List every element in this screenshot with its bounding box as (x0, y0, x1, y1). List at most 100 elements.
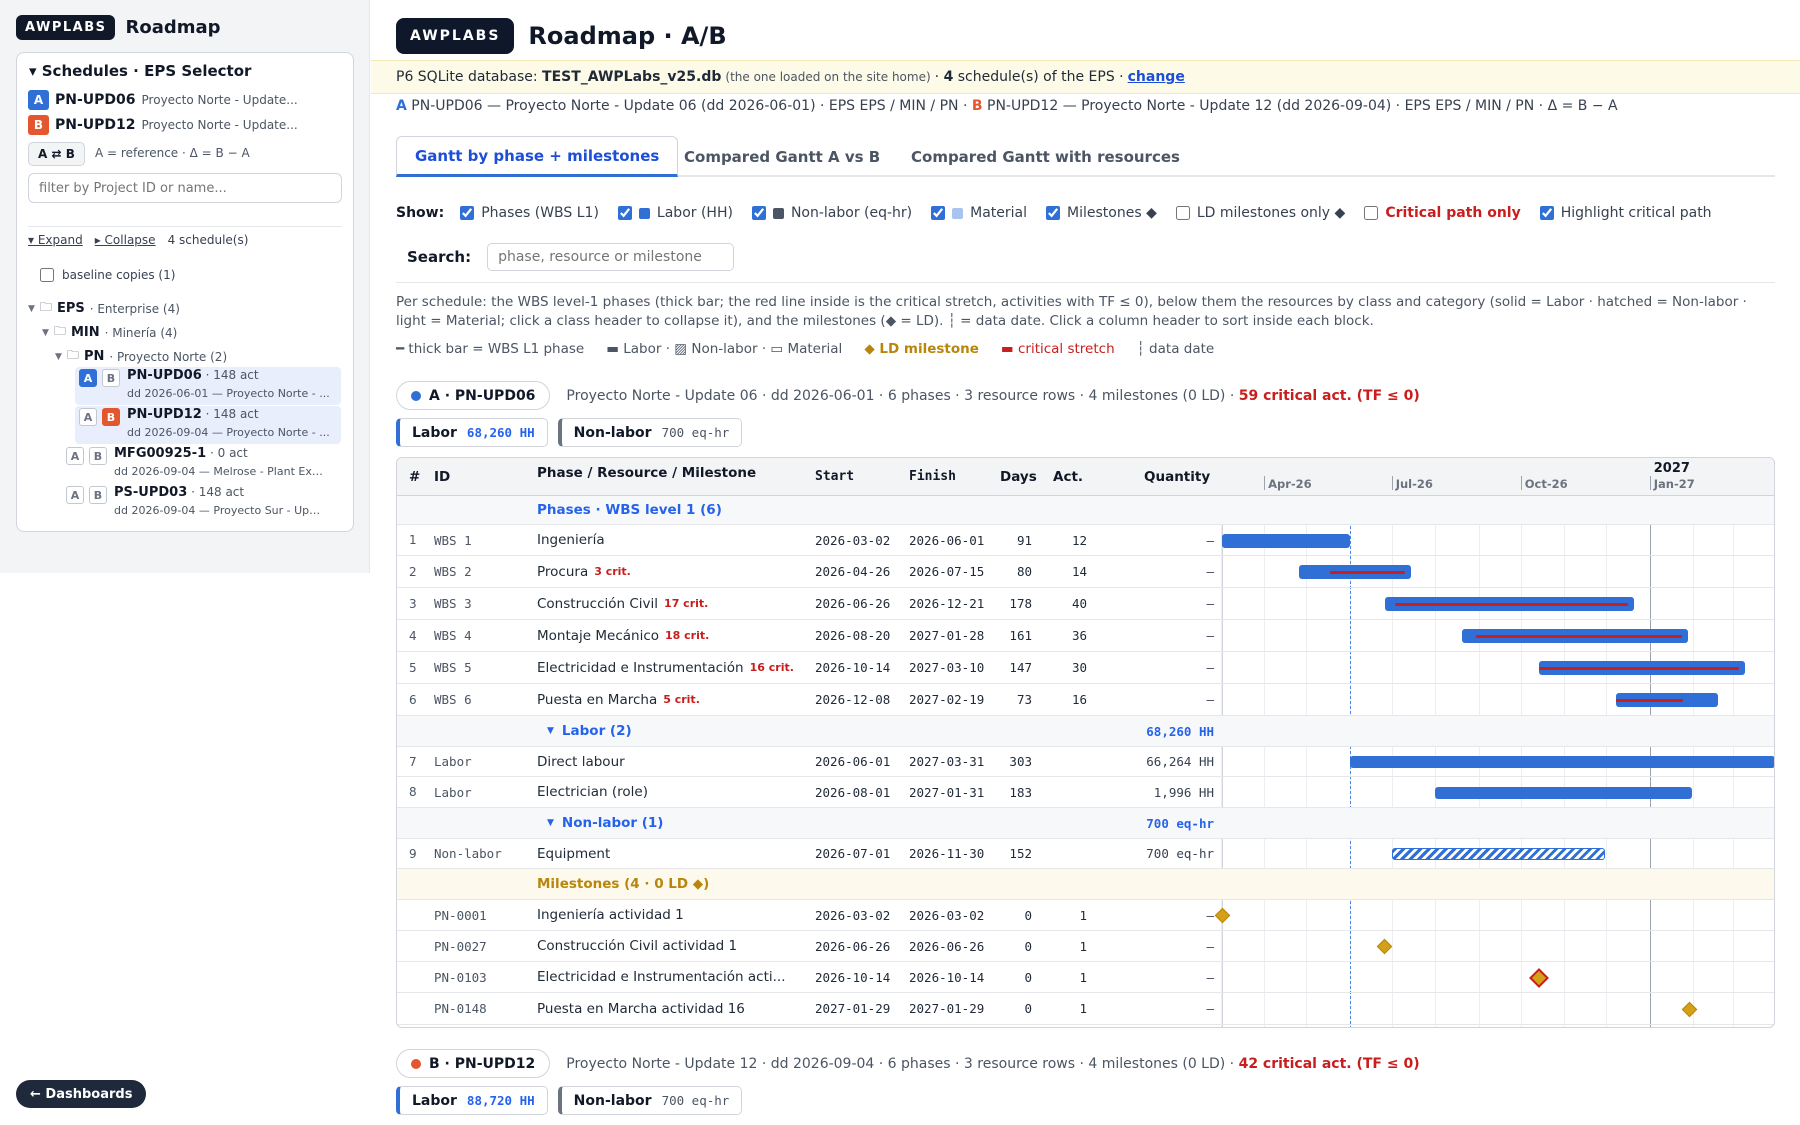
col-header-days[interactable]: Days (1000, 469, 1037, 485)
phase-row[interactable]: 6 WBS 6 Puesta en Marcha 5 crit. 2026-12-08 2… (397, 684, 1774, 716)
milestone-row[interactable]: PN-0103 Electricidad e Instrumentación ac… (397, 962, 1774, 993)
material-checkbox[interactable] (931, 206, 946, 220)
start-date: 2026-08-01 (815, 784, 891, 800)
filter-input[interactable] (28, 173, 342, 203)
change-database-link[interactable]: change (1128, 69, 1185, 85)
quantity: – (1206, 969, 1214, 985)
select-as-a-button[interactable]: A (66, 447, 84, 465)
finish-date: 2026-07-15 (909, 564, 985, 579)
page-header: AWPLABS Roadmap · A/B (396, 18, 727, 54)
option-ld-only[interactable]: LD milestones only ◆ (1175, 205, 1345, 221)
milestone-row[interactable]: PN-0148 Puesta en Marcha actividad 16 2027… (397, 993, 1774, 1025)
highlight-critical-checkbox[interactable] (1539, 206, 1554, 220)
col-header-finish[interactable]: Finish (909, 469, 956, 484)
option-phases[interactable]: Phases (WBS L1) (460, 205, 599, 221)
leaf-id: PN-UPD12 (127, 407, 202, 422)
option-critical-only[interactable]: Critical path only (1364, 205, 1521, 221)
col-header-num[interactable]: # (409, 469, 420, 485)
nonlabor-checkbox[interactable] (751, 206, 766, 220)
tree-node-name: MIN (70, 325, 100, 340)
option-highlight-critical[interactable]: Highlight critical path (1539, 205, 1712, 221)
option-material[interactable]: Material (931, 205, 1027, 221)
col-header-quantity[interactable]: Quantity (1144, 469, 1210, 485)
resource-name: Equipment (537, 845, 611, 862)
expand-link[interactable]: ▾ Expand (28, 233, 83, 247)
tree-node-pn[interactable]: ▼ 🗀 PN · Proyecto Norte (2) (55, 346, 227, 367)
a-tag: A (396, 98, 407, 114)
select-as-b-button[interactable]: B (89, 447, 107, 465)
quantity: 700 eq-hr (1146, 846, 1214, 861)
phase-row[interactable]: 5 WBS 5 Electricidad e Instrumentación 16 c… (397, 652, 1774, 684)
option-milestones[interactable]: Milestones ◆ (1046, 205, 1157, 221)
selected-schedule-b[interactable]: B PN-UPD12 Proyecto Norte - Update... (28, 115, 298, 135)
phase-row[interactable]: 2 WBS 2 Procura 3 crit. 2026-04-26 2026-07-15… (397, 556, 1774, 588)
leaf-acts: · 0 act (209, 446, 248, 460)
tree-leaf-schedule[interactable]: A B PS-UPD03 · 148 act dd 2026-09-04 — P… (62, 484, 342, 522)
phase-row[interactable]: 1 WBS 1 Ingeniería 2026-03-02 2026-06-01 91 12… (397, 525, 1774, 556)
nonlabor-section-header[interactable]: ▼ Non-labor (1) 700 eq-hr (397, 808, 1774, 839)
milestone-row[interactable]: PN-0027 Construcción Civil actividad 1 202… (397, 931, 1774, 962)
schedule-a-name: Proyecto Norte - Update... (141, 93, 298, 107)
ld-only-checkbox[interactable] (1175, 206, 1190, 220)
activity-count: 12 (1071, 532, 1087, 548)
pill-label: A · PN-UPD06 (429, 387, 536, 404)
section-label: Non-labor (1) (561, 815, 664, 831)
critical-only-checkbox[interactable] (1364, 206, 1379, 220)
tab-compared-gantt[interactable]: Compared Gantt A vs B (666, 136, 898, 177)
select-as-b-button[interactable]: B (102, 408, 120, 426)
panel-title[interactable]: ▾ Schedules · EPS Selector (29, 62, 251, 80)
tree-leaf-schedule[interactable]: A B PN-UPD06 · 148 act dd 2026-06-01 — P… (75, 367, 341, 405)
tree-node-eps[interactable]: ▼ 🗀 EPS · Enterprise (4) (28, 298, 180, 319)
ab-summary-line: A PN-UPD06 — Proyecto Norte - Update 06 … (396, 98, 1618, 114)
resource-row[interactable]: 8 Labor Electrician (role) 2026-08-01 2027-0… (397, 777, 1774, 808)
select-as-b-button[interactable]: B (102, 369, 120, 387)
schedule-a-badge: A (28, 90, 49, 110)
milestones-checkbox[interactable] (1046, 206, 1061, 220)
col-header-id[interactable]: ID (434, 469, 450, 485)
labor-section-header[interactable]: ▼ Labor (2) 68,260 HH (397, 716, 1774, 747)
col-header-act[interactable]: Act. (1053, 469, 1083, 485)
schedule-a-pill[interactable]: A · PN-UPD06 (396, 381, 551, 410)
material-swatch (952, 207, 964, 219)
phase-id: WBS 6 (434, 692, 472, 707)
tree-node-min[interactable]: ▼ 🗀 MIN · Minería (4) (42, 322, 177, 343)
phase-row[interactable]: 4 WBS 4 Montaje Mecánico 18 crit. 2026-08-20… (397, 620, 1774, 652)
baseline-copies-toggle[interactable]: baseline copies (1) (40, 268, 175, 282)
activity-count: 14 (1071, 564, 1087, 579)
phase-row[interactable]: 3 WBS 3 Construcción Civil 17 crit. 2026-06-… (397, 588, 1774, 620)
labor-checkbox[interactable] (617, 206, 632, 220)
col-header-name[interactable]: Phase / Resource / Milestone (537, 465, 756, 481)
leaf-title: MFG00925-1 · 0 act (114, 446, 248, 461)
row-number: 5 (409, 660, 417, 675)
col-header-start[interactable]: Start (815, 469, 854, 484)
select-as-a-button[interactable]: A (66, 486, 84, 504)
section-label: Labor (2) (561, 723, 632, 739)
select-as-a-button[interactable]: A (79, 408, 97, 426)
resource-row[interactable]: 9 Non-labor Equipment 2026-07-01 2026-11-30 1… (397, 839, 1774, 869)
option-labor[interactable]: Labor (HH) (617, 205, 733, 221)
swap-note: A = reference · Δ = B − A (95, 146, 250, 160)
search-input[interactable] (487, 243, 735, 271)
selected-schedule-a[interactable]: A PN-UPD06 Proyecto Norte - Update... (28, 90, 298, 110)
dashboards-button[interactable]: ← Dashboards (16, 1080, 147, 1108)
swap-ab-button[interactable]: A ⇄ B (28, 142, 85, 166)
tab-compared-gantt-resources[interactable]: Compared Gantt with resources (893, 136, 1198, 177)
select-as-a-button[interactable]: A (79, 369, 97, 387)
card-value: 700 eq-hr (661, 425, 730, 440)
labor-bar (1349, 756, 1774, 768)
milestone-diamond-icon (1529, 967, 1549, 988)
tree-leaf-schedule[interactable]: A B MFG00925-1 · 0 act dd 2026-09-04 — M… (62, 445, 342, 483)
tree-leaf-schedule[interactable]: A B PN-UPD12 · 148 act dd 2026-09-04 — P… (75, 406, 341, 444)
resource-row[interactable]: 7 Labor Direct labour 2026-06-01 2027-03-31 3… (397, 747, 1774, 777)
collapse-link[interactable]: ▸ Collapse (95, 233, 156, 247)
phases-checkbox[interactable] (460, 206, 475, 220)
tab-gantt-by-phase[interactable]: Gantt by phase + milestones (396, 136, 679, 177)
activity-count: 16 (1071, 692, 1087, 707)
milestone-row[interactable]: PN-0001 Ingeniería actividad 1 2026-03-02 2… (397, 900, 1774, 931)
critical-stretch (1616, 698, 1684, 702)
month-tick (1391, 476, 1393, 490)
schedule-b-pill[interactable]: B · PN-UPD12 (396, 1049, 551, 1078)
baseline-checkbox[interactable] (40, 268, 54, 282)
option-nonlabor[interactable]: Non-labor (eq-hr) (751, 205, 912, 221)
select-as-b-button[interactable]: B (89, 486, 107, 504)
